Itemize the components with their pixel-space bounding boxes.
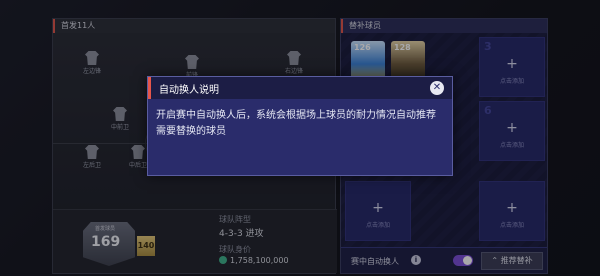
dialog-header: 自动换人说明 ✕ — [148, 77, 452, 99]
auto-sub-info-dialog: 自动换人说明 ✕ 开启赛中自动换人后，系统会根据场上球员的耐力情况自动推荐需要替… — [147, 76, 453, 176]
dialog-body: 开启赛中自动换人后，系统会根据场上球员的耐力情况自动推荐需要替换的球员 — [156, 110, 436, 137]
close-icon[interactable]: ✕ — [430, 81, 444, 95]
squad-screen: 首发11人 左边锋 前锋 右边锋 中前卫 左后卫 — [0, 0, 600, 276]
dialog-title: 自动换人说明 — [159, 85, 219, 96]
